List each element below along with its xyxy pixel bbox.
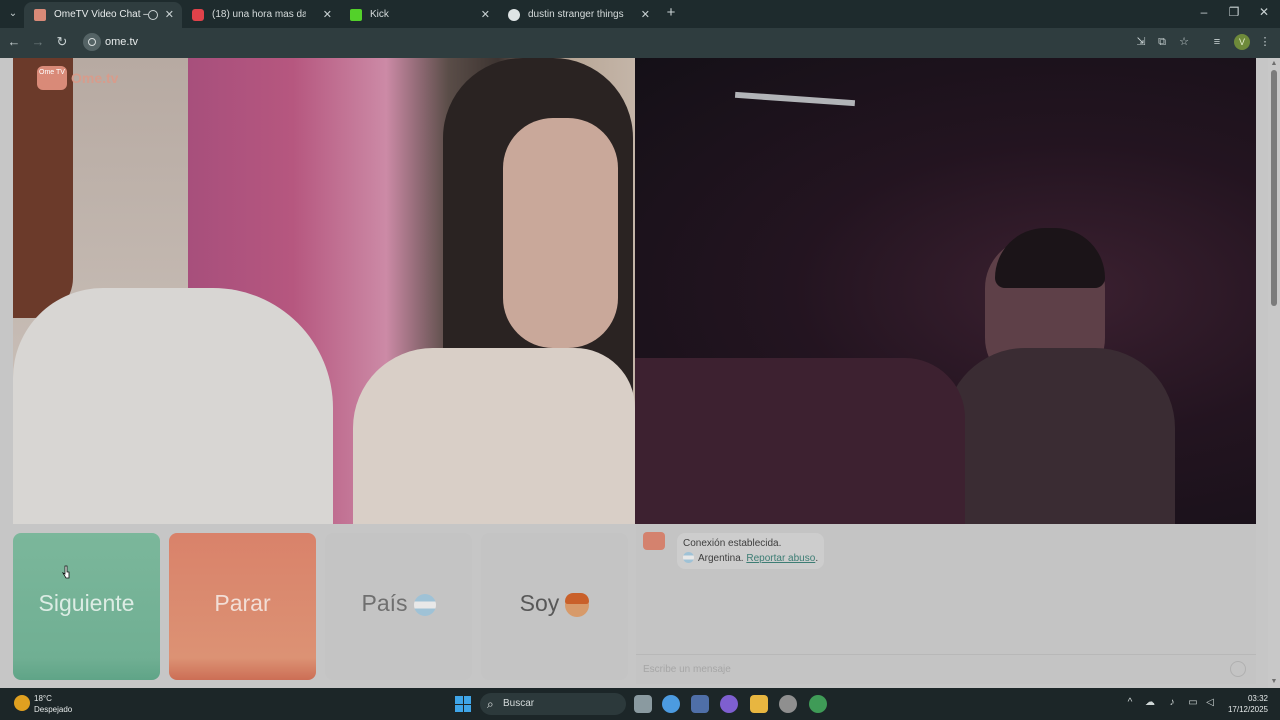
video-remote-foreground-arm bbox=[635, 358, 965, 524]
tab-title: Kick bbox=[370, 9, 389, 20]
ometv-tab-icon bbox=[34, 9, 46, 21]
kick-icon bbox=[350, 9, 362, 21]
clock-time: 03:32 bbox=[1247, 694, 1268, 703]
ometv-chat-logo-icon bbox=[643, 532, 665, 550]
forward-arrow-icon[interactable]: → bbox=[30, 34, 46, 50]
back-arrow-icon[interactable]: ← bbox=[6, 34, 22, 50]
cloud-sync-icon[interactable]: ☁ bbox=[1143, 697, 1157, 708]
system-clock[interactable]: 03:32 17/12/2025 bbox=[1222, 693, 1268, 715]
scrollbar-thumb[interactable] bbox=[1271, 70, 1277, 306]
close-icon[interactable]: ✕ bbox=[481, 2, 490, 28]
google-icon bbox=[508, 9, 520, 21]
volume-icon[interactable]: ◁ bbox=[1203, 697, 1217, 708]
argentina-flag-icon bbox=[683, 552, 694, 563]
system-message: Conexión establecida. Argentina. Reporta… bbox=[677, 533, 825, 569]
reload-icon[interactable]: ↻ bbox=[54, 34, 70, 50]
ometv-logo: Ome TV Ome.tv bbox=[37, 66, 118, 90]
stop-button[interactable]: Parar bbox=[169, 533, 316, 680]
video-light-strip bbox=[734, 91, 856, 107]
tab-ometv[interactable]: OmeTV Video Chat — Ome ✕ bbox=[24, 2, 182, 28]
video-hair-left bbox=[13, 58, 73, 318]
argentina-flag-icon bbox=[413, 593, 436, 616]
report-abuse-link[interactable]: Reportar abuso bbox=[746, 553, 815, 564]
connection-status: Conexión establecida. bbox=[683, 538, 782, 549]
translate-icon[interactable]: ⧉ bbox=[1155, 35, 1169, 49]
weather-widget[interactable]: 18°C Despejado bbox=[34, 693, 72, 715]
stop-button-label: Parar bbox=[214, 590, 271, 616]
taskbar-search[interactable]: Buscar bbox=[480, 693, 626, 715]
audio-playing-icon[interactable] bbox=[148, 10, 158, 20]
ometv-logo-tv-icon: Ome TV bbox=[37, 66, 67, 90]
address-bar-url[interactable]: ome.tv bbox=[105, 36, 138, 48]
next-button[interactable]: Siguiente bbox=[13, 533, 160, 680]
iam-button-label: Soy bbox=[519, 590, 560, 616]
tab-title: (18) una hora mas dardo enzo bbox=[212, 9, 306, 20]
microsoft-store-icon[interactable] bbox=[691, 695, 709, 713]
install-app-icon[interactable]: ⇲ bbox=[1134, 35, 1148, 49]
chrome-icon[interactable] bbox=[809, 695, 827, 713]
report-suffix: . bbox=[815, 553, 819, 564]
task-view-icon[interactable] bbox=[634, 695, 652, 713]
video-person-right-face bbox=[503, 118, 618, 348]
close-icon[interactable]: ✕ bbox=[323, 2, 332, 28]
tab-title: OmeTV Video Chat — Ome bbox=[54, 9, 148, 20]
windows-start-icon[interactable] bbox=[455, 696, 471, 712]
tray-overflow-chevron-icon[interactable]: ^ bbox=[1123, 697, 1137, 708]
video-remote-person-body bbox=[945, 348, 1175, 524]
kebab-menu-icon[interactable]: ⋮ bbox=[1258, 35, 1272, 49]
next-button-label: Siguiente bbox=[38, 590, 135, 616]
media-control-icon[interactable]: ≡ bbox=[1210, 35, 1224, 49]
scroll-up-arrow-icon[interactable]: ▲ bbox=[1270, 60, 1278, 68]
close-window-icon[interactable]: ✕ bbox=[1257, 5, 1271, 19]
minimize-icon[interactable]: – bbox=[1197, 5, 1211, 19]
scroll-down-arrow-icon[interactable]: ▼ bbox=[1270, 678, 1278, 686]
weather-sun-icon[interactable] bbox=[14, 695, 30, 711]
restore-icon[interactable]: ❐ bbox=[1227, 5, 1241, 19]
tab-google[interactable]: dustin stranger things - Buscar ✕ bbox=[498, 2, 658, 28]
youtube-icon bbox=[192, 9, 204, 21]
windows-taskbar: 18°C Despejado Buscar ^ ☁ ♪ ▭ ◁ 03:32 17… bbox=[0, 688, 1280, 720]
chat-input-bar bbox=[636, 654, 1256, 684]
clock-date: 17/12/2025 bbox=[1227, 705, 1268, 714]
local-video-feed: Ome TV Ome.tv bbox=[13, 58, 635, 524]
video-person-right-top bbox=[353, 348, 635, 524]
profile-avatar[interactable]: V bbox=[1234, 34, 1250, 50]
close-icon[interactable]: ✕ bbox=[165, 2, 174, 28]
file-explorer-icon[interactable] bbox=[750, 695, 768, 713]
video-person-left-shirt bbox=[13, 288, 333, 524]
video-remote-person-hair bbox=[995, 228, 1105, 288]
github-desktop-icon[interactable] bbox=[779, 695, 797, 713]
partner-country: Argentina. bbox=[698, 553, 744, 564]
country-button-label: País bbox=[361, 590, 408, 616]
browser-toolbar: ← → ↻ ome.tv ⇲ ⧉ ☆ ≡ V ⋮ bbox=[0, 28, 1280, 58]
page-scrollbar[interactable]: ▲ ▼ bbox=[1268, 58, 1280, 688]
tab-strip: ⌄ OmeTV Video Chat — Ome ✕ (18) una hora… bbox=[0, 0, 1280, 28]
remote-video-feed bbox=[635, 58, 1256, 524]
close-icon[interactable]: ✕ bbox=[641, 2, 650, 28]
tab-youtube[interactable]: (18) una hora mas dardo enzo ✕ bbox=[182, 2, 340, 28]
chat-message-input[interactable] bbox=[636, 655, 1196, 683]
gender-select-button[interactable]: Soy bbox=[481, 533, 628, 680]
chrome-profile-icon[interactable] bbox=[662, 695, 680, 713]
ometv-page: Ome TV Ome.tv Siguiente Parar País Soy C… bbox=[0, 58, 1280, 688]
copilot-icon[interactable] bbox=[720, 695, 738, 713]
emoji-picker-icon[interactable] bbox=[1230, 661, 1246, 677]
mouse-pointer-icon bbox=[62, 565, 70, 579]
country-filter-button[interactable]: País bbox=[325, 533, 472, 680]
tab-search-chevron-icon[interactable]: ⌄ bbox=[4, 6, 22, 22]
chat-panel: Conexión establecida. Argentina. Reporta… bbox=[636, 524, 1256, 684]
bookmark-star-icon[interactable]: ☆ bbox=[1177, 35, 1191, 49]
site-info-icon[interactable] bbox=[83, 33, 101, 51]
tab-kick[interactable]: Kick ✕ bbox=[340, 2, 498, 28]
tab-title: dustin stranger things - Buscar bbox=[528, 9, 624, 20]
boy-emoji-icon bbox=[565, 592, 590, 617]
ometv-logo-text: Ome.tv bbox=[71, 70, 119, 86]
new-tab-plus-icon[interactable]: + bbox=[664, 4, 678, 21]
network-icon[interactable]: ▭ bbox=[1186, 697, 1200, 708]
microphone-icon[interactable]: ♪ bbox=[1165, 697, 1179, 708]
weather-temperature: 18°C bbox=[34, 694, 52, 703]
weather-description: Despejado bbox=[34, 705, 73, 714]
